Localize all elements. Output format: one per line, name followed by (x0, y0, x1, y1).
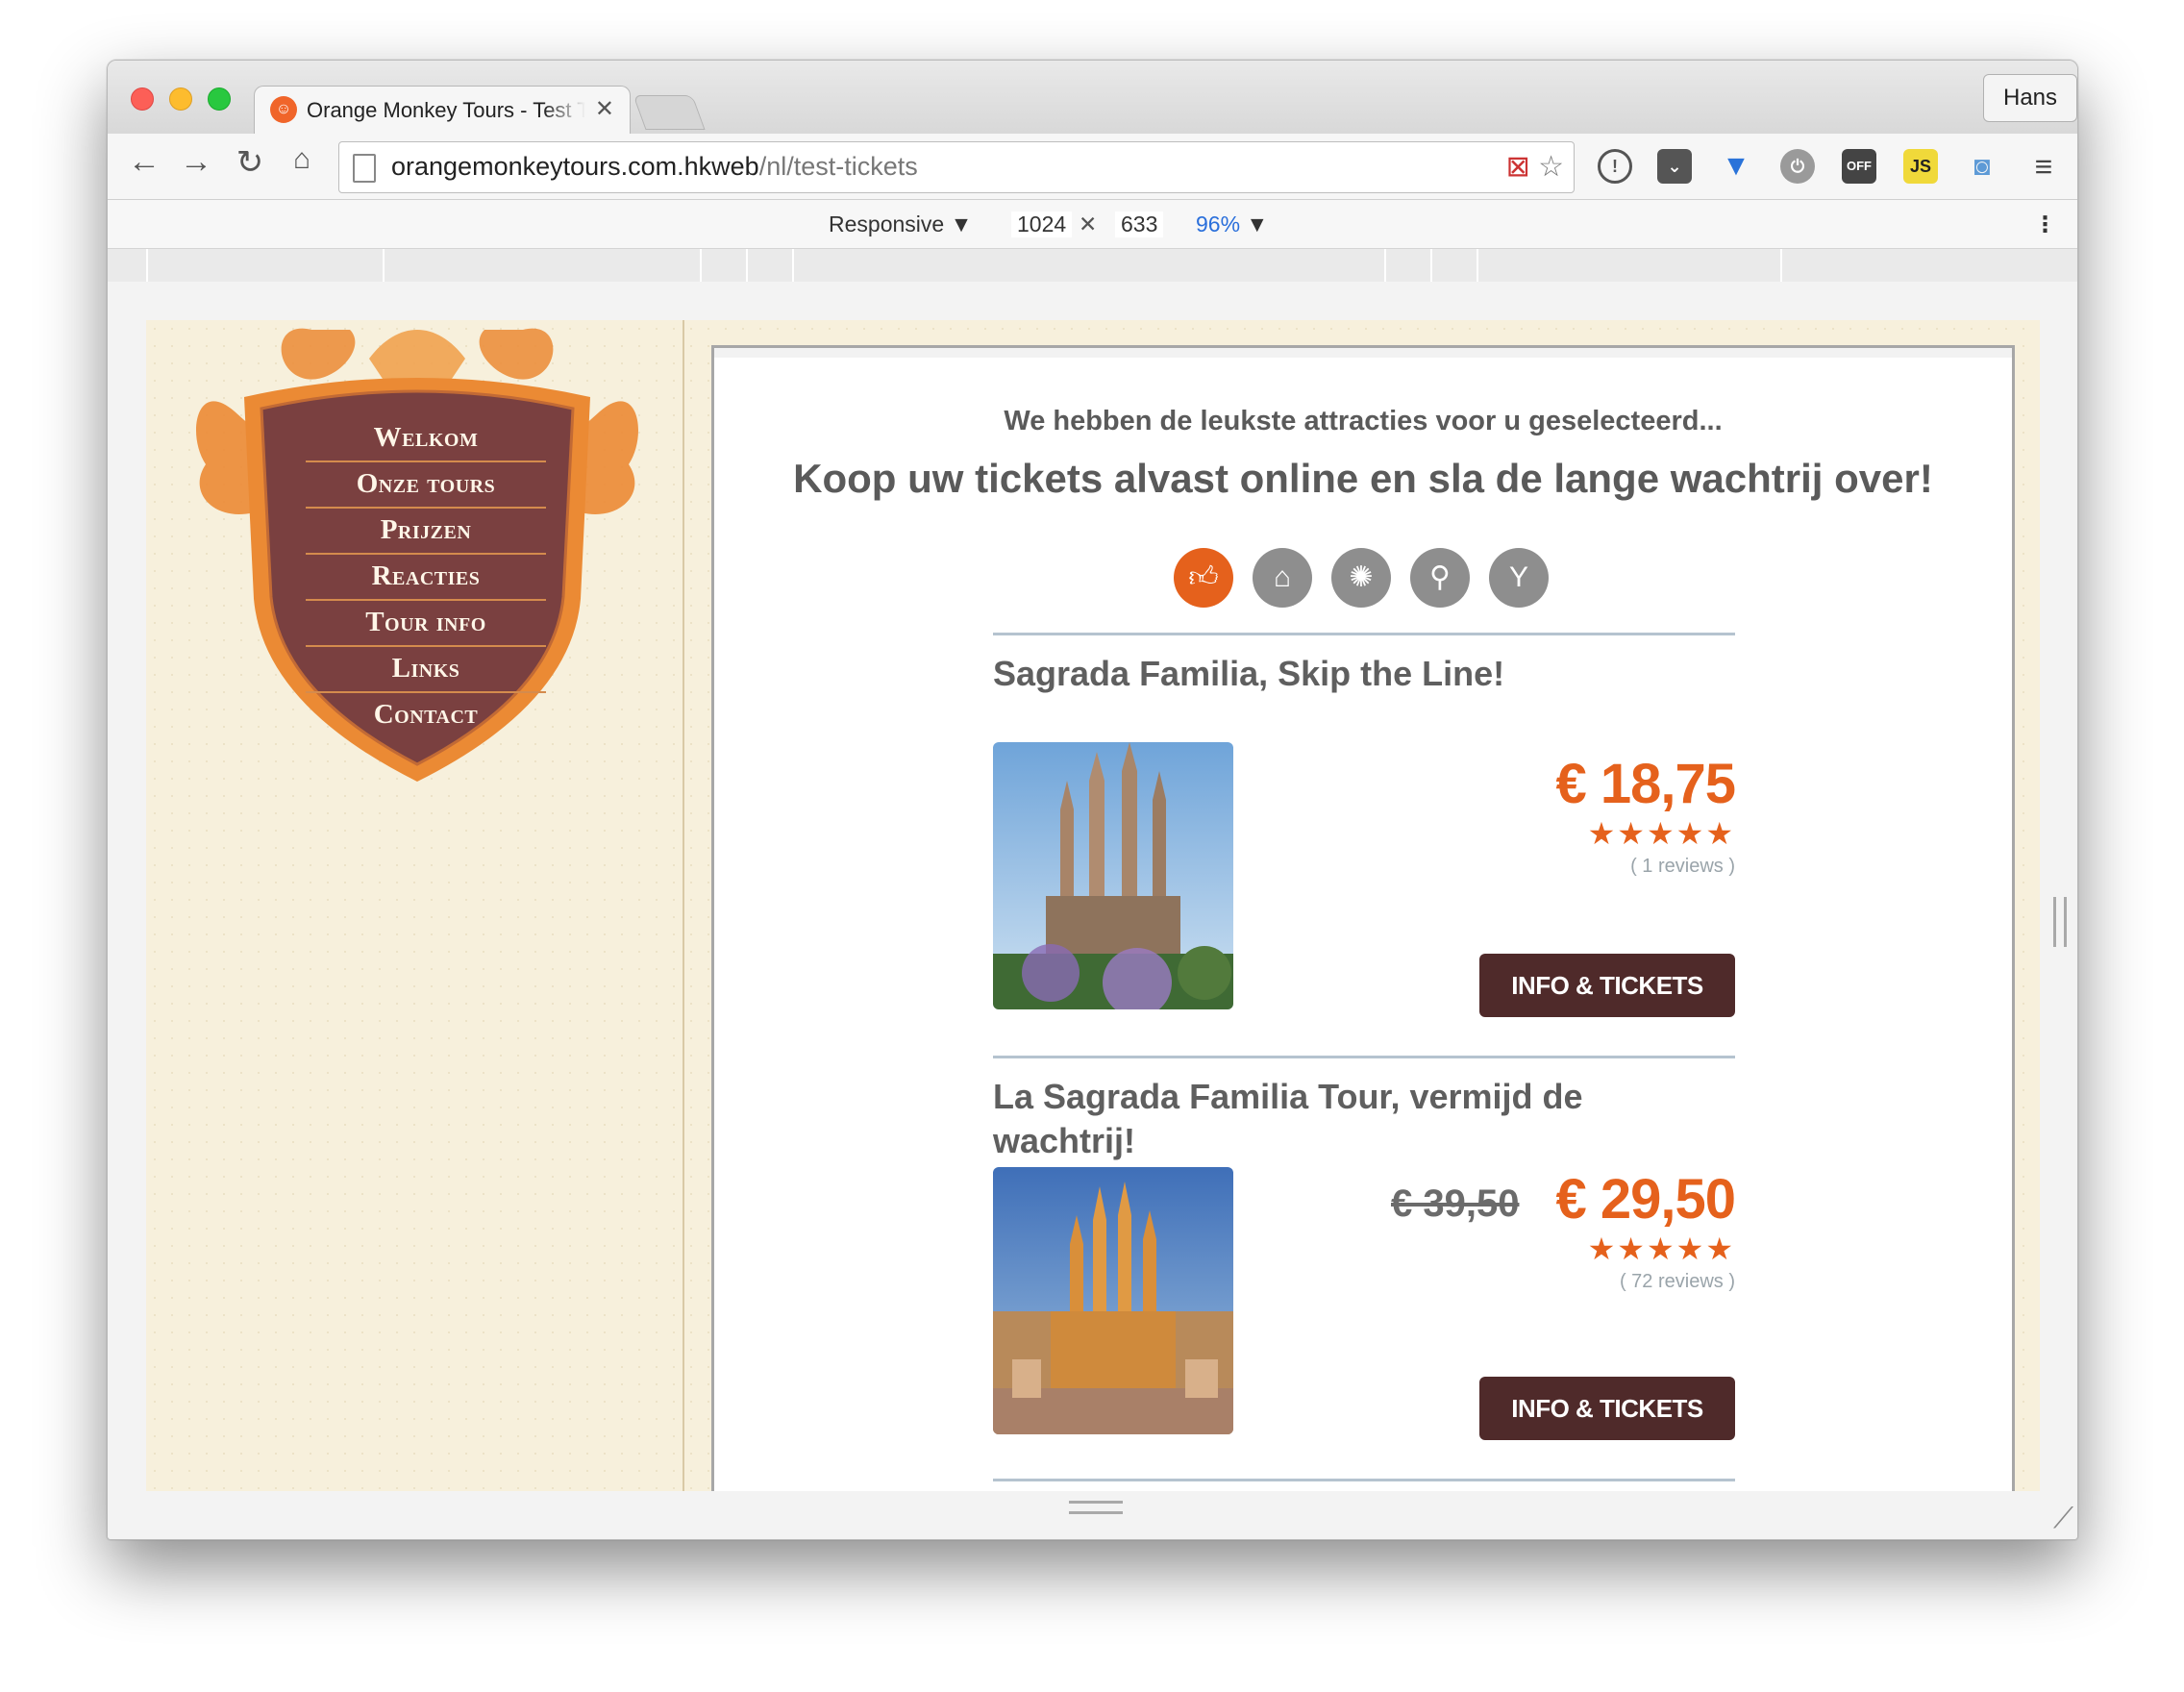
resize-corner-icon[interactable]: ⟋ (2053, 1503, 2073, 1535)
funnel-extension-icon[interactable]: ▼ (1719, 149, 1753, 184)
back-arrow-icon[interactable]: ← (125, 143, 163, 181)
device-mode-select[interactable]: Responsive ▼ (829, 212, 972, 237)
listing-divider (993, 1479, 1735, 1481)
cocktail-icon[interactable]: Y (1489, 548, 1549, 608)
close-tab-icon[interactable]: ✕ (595, 95, 614, 123)
profile-button[interactable]: Hans (1983, 74, 2077, 122)
museum-icon[interactable]: ⌂ (1253, 548, 1312, 608)
intro-headline: Koop uw tickets alvast online en sla de … (793, 456, 1933, 501)
review-count[interactable]: ( 72 reviews ) (1620, 1271, 1735, 1293)
more-options-icon[interactable]: ⋮ (2034, 212, 2056, 237)
js-extension-icon[interactable]: JS (1903, 149, 1938, 184)
new-tab-button[interactable] (633, 95, 706, 130)
camera-extension-icon[interactable]: ◙ (1965, 149, 1999, 184)
address-bar[interactable]: orangemonkeytours.com.hkweb/nl/test-tick… (338, 141, 1575, 193)
listing-divider-bottom (993, 1479, 1735, 1482)
listing-title[interactable]: La Sagrada Familia Tour, vermijd de wach… (993, 1075, 1627, 1163)
listing-title[interactable]: Sagrada Familia, Skip the Line! (993, 652, 1627, 696)
viewport-resize-handle-bottom[interactable] (1069, 1501, 1123, 1514)
blocked-plugin-icon[interactable]: ⊠ (1506, 151, 1530, 183)
main-nav: Welkom Onze tours Prijzen Reacties Tour … (286, 416, 565, 737)
power-extension-icon[interactable]: ⏻ (1780, 149, 1815, 184)
nav-item-prijzen[interactable]: Prijzen (286, 509, 565, 553)
sagrada-familia-aerial-photo[interactable] (993, 1167, 1233, 1434)
device-mode-label: Responsive (829, 212, 945, 236)
maximize-window-button[interactable] (208, 87, 231, 111)
forward-arrow-icon[interactable]: → (177, 143, 215, 181)
home-icon[interactable]: ⌂ (283, 143, 321, 176)
listing-card: Sagrada Familia, Skip the Line! € 18,75 … (993, 633, 1736, 1056)
viewport-width-input[interactable]: 1024 (1011, 212, 1073, 237)
info-tickets-button[interactable]: INFO & TICKETS (1479, 1377, 1735, 1440)
bookmark-star-icon[interactable]: ☆ (1538, 151, 1564, 183)
original-price: € 39,50 (1391, 1182, 1520, 1225)
zoom-label: 96% (1196, 212, 1241, 236)
nav-item-onze-tours[interactable]: Onze tours (286, 462, 565, 507)
website-page: Welkom Onze tours Prijzen Reacties Tour … (146, 320, 2040, 1491)
menu-icon[interactable]: ≡ (2026, 149, 2061, 184)
nav-item-tour-info[interactable]: Tour info (286, 601, 565, 645)
monkey-favicon-icon: ☺ (270, 96, 297, 123)
viewport-height-input[interactable]: 633 (1115, 212, 1164, 237)
rating-stars: ★★★★★ (1587, 1232, 1735, 1266)
viewport-resize-handle-right[interactable] (2053, 897, 2067, 947)
listing-price: € 29,50 (1555, 1168, 1736, 1231)
listing-divider (993, 633, 1735, 635)
nav-item-reacties[interactable]: Reacties (286, 555, 565, 599)
zoom-select[interactable]: 96% ▼ (1196, 212, 1268, 237)
url-text[interactable]: orangemonkeytours.com.hkweb/nl/test-tick… (391, 152, 918, 182)
url-host: orangemonkeytours.com.hkweb (391, 152, 759, 181)
rating-stars: ★★★★★ (1587, 816, 1735, 851)
walking-icon[interactable]: ⚲ (1410, 548, 1470, 608)
browser-tab[interactable]: ☺ Orange Monkey Tours - Test Tickets ✕ (254, 86, 631, 135)
omnibox-icons: ⊠ ☆ (1506, 150, 1564, 184)
intro-subtitle: We hebben de leukste attracties voor u g… (1004, 406, 1723, 436)
dimension-separator-icon: ✕ (1079, 212, 1098, 236)
info-tickets-button[interactable]: INFO & TICKETS (1479, 954, 1735, 1017)
page-icon (353, 154, 376, 183)
reload-icon[interactable]: ↻ (231, 143, 269, 182)
browser-toolbar: ← → ↻ ⌂ orangemonkeytours.com.hkweb/nl/t… (108, 134, 2077, 200)
close-window-button[interactable] (131, 87, 154, 111)
listing-price: € 18,75 (1555, 753, 1736, 815)
nav-item-welkom[interactable]: Welkom (286, 416, 565, 460)
browser-window: ☺ Orange Monkey Tours - Test Tickets ✕ H… (107, 60, 2078, 1540)
minimize-window-button[interactable] (169, 87, 192, 111)
sidebar: Welkom Onze tours Prijzen Reacties Tour … (146, 320, 684, 1491)
media-query-ruler (108, 249, 2077, 282)
pocket-extension-icon[interactable]: ⌄ (1657, 149, 1692, 184)
review-count[interactable]: ( 1 reviews ) (1630, 856, 1735, 878)
listing-card: La Sagrada Familia Tour, vermijd de wach… (993, 1056, 1736, 1479)
ferris-wheel-icon[interactable]: ✺ (1331, 548, 1391, 608)
viewport-area: Welkom Onze tours Prijzen Reacties Tour … (108, 282, 2077, 1539)
info-extension-icon[interactable]: ! (1598, 149, 1632, 184)
thumbs-up-icon[interactable]: 👍︎ (1174, 548, 1233, 608)
nav-item-contact[interactable]: Contact (286, 693, 565, 737)
listing-divider (993, 1056, 1735, 1058)
sagrada-familia-photo[interactable] (993, 742, 1233, 1009)
url-path: /nl/test-tickets (758, 152, 918, 181)
device-toolbar: Responsive ▼ 1024 ✕ 633 96% ▼ ⋮ (108, 200, 2077, 249)
nav-item-links[interactable]: Links (286, 647, 565, 691)
tab-title: Orange Monkey Tours - Test Tickets (307, 98, 585, 122)
title-bar: ☺ Orange Monkey Tours - Test Tickets ✕ H… (108, 61, 2077, 135)
off-extension-icon[interactable]: OFF (1842, 149, 1876, 184)
content-panel: We hebben de leukste attracties voor u g… (711, 345, 2015, 1491)
